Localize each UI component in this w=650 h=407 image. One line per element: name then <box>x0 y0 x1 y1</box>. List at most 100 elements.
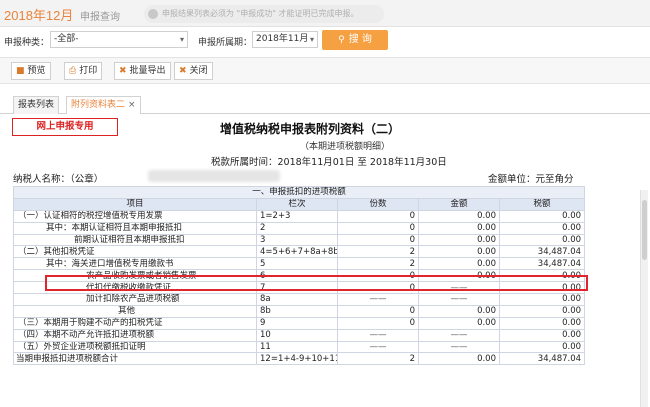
row-count: 0 <box>337 304 419 318</box>
month-label: 申报所属期： <box>198 38 253 48</box>
table-row: （三）本期用于购建不动产的扣税凭证 9 0 0.00 0.00 <box>13 316 586 330</box>
query-label: 搜 询 <box>348 34 372 45</box>
row-tax: 0.00 <box>498 281 586 295</box>
preview-button[interactable]: ■ 预览 <box>11 62 51 80</box>
row-tax: 0.00 <box>498 269 586 283</box>
row-count: 2 <box>337 257 419 271</box>
redacted-taxpayer-name <box>148 170 280 182</box>
table-row: （五）外贸企业进项税额抵扣证明 11 —— —— 0.00 <box>13 340 586 354</box>
top-bar: 2018年12月 申报查询 申报结果列表必须为 "申报成功" 才能证明已完成申报… <box>0 0 650 27</box>
row-amount: 0.00 <box>418 269 500 283</box>
print-button[interactable]: ⎙ 打印 <box>64 62 103 80</box>
tab-bar: 报表列表 附列资料表二 × <box>0 94 650 115</box>
row-tax: 0.00 <box>498 293 586 306</box>
col-item: 项目 <box>13 197 257 211</box>
table-row: 前期认证相符且本期申报抵扣 3 0 0.00 0.00 <box>13 233 586 247</box>
amount-unit: 金额单位：元至角分 <box>488 174 574 185</box>
tab-attachment-2[interactable]: 附列资料表二 × <box>66 96 141 115</box>
row-count: 0 <box>337 233 419 247</box>
tab-attachment-2-label: 附列资料表二 <box>71 100 126 110</box>
row-count: 0 <box>337 221 419 235</box>
row-amount: 0.00 <box>418 352 500 366</box>
report-subtitle: （本期进项税额明细） <box>300 142 391 152</box>
row-item: 加计扣除农产品进项税额 <box>13 293 257 306</box>
section-header-row: 一、申报抵扣的进项税额 <box>12 186 586 199</box>
row-code: 11 <box>256 340 338 354</box>
row-count: —— <box>337 328 419 342</box>
table-row: （一）认证相符的税控增值税专用发票 1=2+3 0 0.00 0.00 <box>13 209 586 223</box>
row-tax: 34,487.04 <box>498 257 586 271</box>
page-label: 申报查询 <box>80 12 120 23</box>
month-select[interactable]: 2018年11月 ▾ <box>252 31 318 48</box>
row-tax: 0.00 <box>498 233 586 247</box>
col-count: 份数 <box>337 197 419 211</box>
period-title: 2018年12月 <box>4 8 74 23</box>
table-row: 其中：本期认证相符且本期申报抵扣 2 0 0.00 0.00 <box>13 221 586 235</box>
row-item: 其中：本期认证相符且本期申报抵扣 <box>13 221 257 235</box>
info-icon <box>148 9 158 19</box>
scrollbar-thumb[interactable] <box>642 200 647 260</box>
row-code: 9 <box>256 316 338 330</box>
table-row: （四）本期不动产允许抵扣进项税额 10 —— —— 0.00 <box>13 328 586 342</box>
type-select[interactable]: -全部- ▾ <box>50 31 188 48</box>
row-tax: 0.00 <box>498 221 586 235</box>
row-count: —— <box>337 340 419 354</box>
month-select-value: 2018年11月 <box>256 34 309 44</box>
tab-close-icon[interactable]: × <box>128 100 136 110</box>
row-code: 8b <box>256 304 338 318</box>
row-count: 2 <box>337 352 419 366</box>
row-amount: 0.00 <box>418 209 500 223</box>
table-row: 代扣代缴税收缴款凭证 7 0 —— 0.00 <box>13 281 586 295</box>
row-count: 2 <box>337 245 419 259</box>
preview-icon: ■ <box>16 66 25 76</box>
row-item: 代扣代缴税收缴款凭证 <box>13 281 257 295</box>
query-button[interactable]: ⚲ 搜 询 <box>322 30 388 50</box>
row-code: 1=2+3 <box>256 209 338 223</box>
print-label: 打印 <box>79 66 98 76</box>
close-button[interactable]: ✖ 关闭 <box>174 62 213 80</box>
row-tax: 0.00 <box>498 328 586 342</box>
row-item: 前期认证相符且本期申报抵扣 <box>13 233 257 247</box>
notice-banner: 申报结果列表必须为 "申报成功" 才能证明已完成申报。 <box>144 5 384 23</box>
tab-report-list[interactable]: 报表列表 <box>13 96 60 114</box>
row-item: （一）认证相符的税控增值税专用发票 <box>13 209 257 223</box>
row-tax: 0.00 <box>498 340 586 354</box>
table-row: 加计扣除农产品进项税额 8a —— —— 0.00 <box>13 293 586 306</box>
row-item: 农产品收购发票或者销售发票 <box>13 269 257 283</box>
row-amount: —— <box>418 281 500 295</box>
row-amount: 0.00 <box>418 316 500 330</box>
taxpayer-name-label: 纳税人名称：（公章） <box>13 174 104 185</box>
row-count: —— <box>337 293 419 306</box>
row-code: 12=1+4-9+10+11 <box>256 352 338 366</box>
row-tax: 0.00 <box>498 304 586 318</box>
export-label: 批量导出 <box>129 66 166 76</box>
section-title: 一、申报抵扣的进项税额 <box>12 186 586 199</box>
table-row: 农产品收购发票或者销售发票 6 0 0.00 0.00 <box>13 269 586 283</box>
filter-bar: 申报种类： -全部- ▾ 申报所属期： 2018年11月 ▾ ⚲ 搜 询 <box>0 30 650 50</box>
chevron-down-icon: ▾ <box>309 35 314 44</box>
export-button[interactable]: ✖ 批量导出 <box>114 62 171 80</box>
column-header-row: 项目 栏次 份数 金额 税额 <box>13 197 586 211</box>
row-code: 4=5+6+7+8a+8b <box>256 245 338 259</box>
row-code: 5 <box>256 257 338 271</box>
printer-icon: ⎙ <box>69 66 77 76</box>
preview-label: 预览 <box>27 66 46 76</box>
toolbar: ■ 预览 ⎙ 打印 ✖ 批量导出 ✖ 关闭 <box>0 57 650 84</box>
table-row-total: 当期申报抵扣进项税额合计 12=1+4-9+10+11 2 0.00 34,48… <box>13 352 586 366</box>
report-title: 增值税纳税申报表附列资料（二） <box>219 122 400 136</box>
row-item: 当期申报抵扣进项税额合计 <box>13 352 257 366</box>
row-amount: 0.00 <box>418 257 500 271</box>
vertical-scrollbar[interactable] <box>640 190 648 407</box>
row-amount: 0.00 <box>418 233 500 247</box>
row-tax: 0.00 <box>498 316 586 330</box>
row-code: 8a <box>256 293 338 306</box>
type-select-value: -全部- <box>54 34 79 44</box>
col-amount: 金额 <box>418 197 500 211</box>
row-count: 0 <box>337 316 419 330</box>
row-item: （三）本期用于购建不动产的扣税凭证 <box>13 316 257 330</box>
row-item: （二）其他扣税凭证 <box>13 245 257 259</box>
input-tax-table: 一、申报抵扣的进项税额 项目 栏次 份数 金额 税额 （一）认证相符的税控增值税… <box>12 186 586 366</box>
row-item: 其他 <box>13 304 257 318</box>
row-code: 10 <box>256 328 338 342</box>
notice-text: 申报结果列表必须为 "申报成功" 才能证明已完成申报。 <box>162 9 359 18</box>
